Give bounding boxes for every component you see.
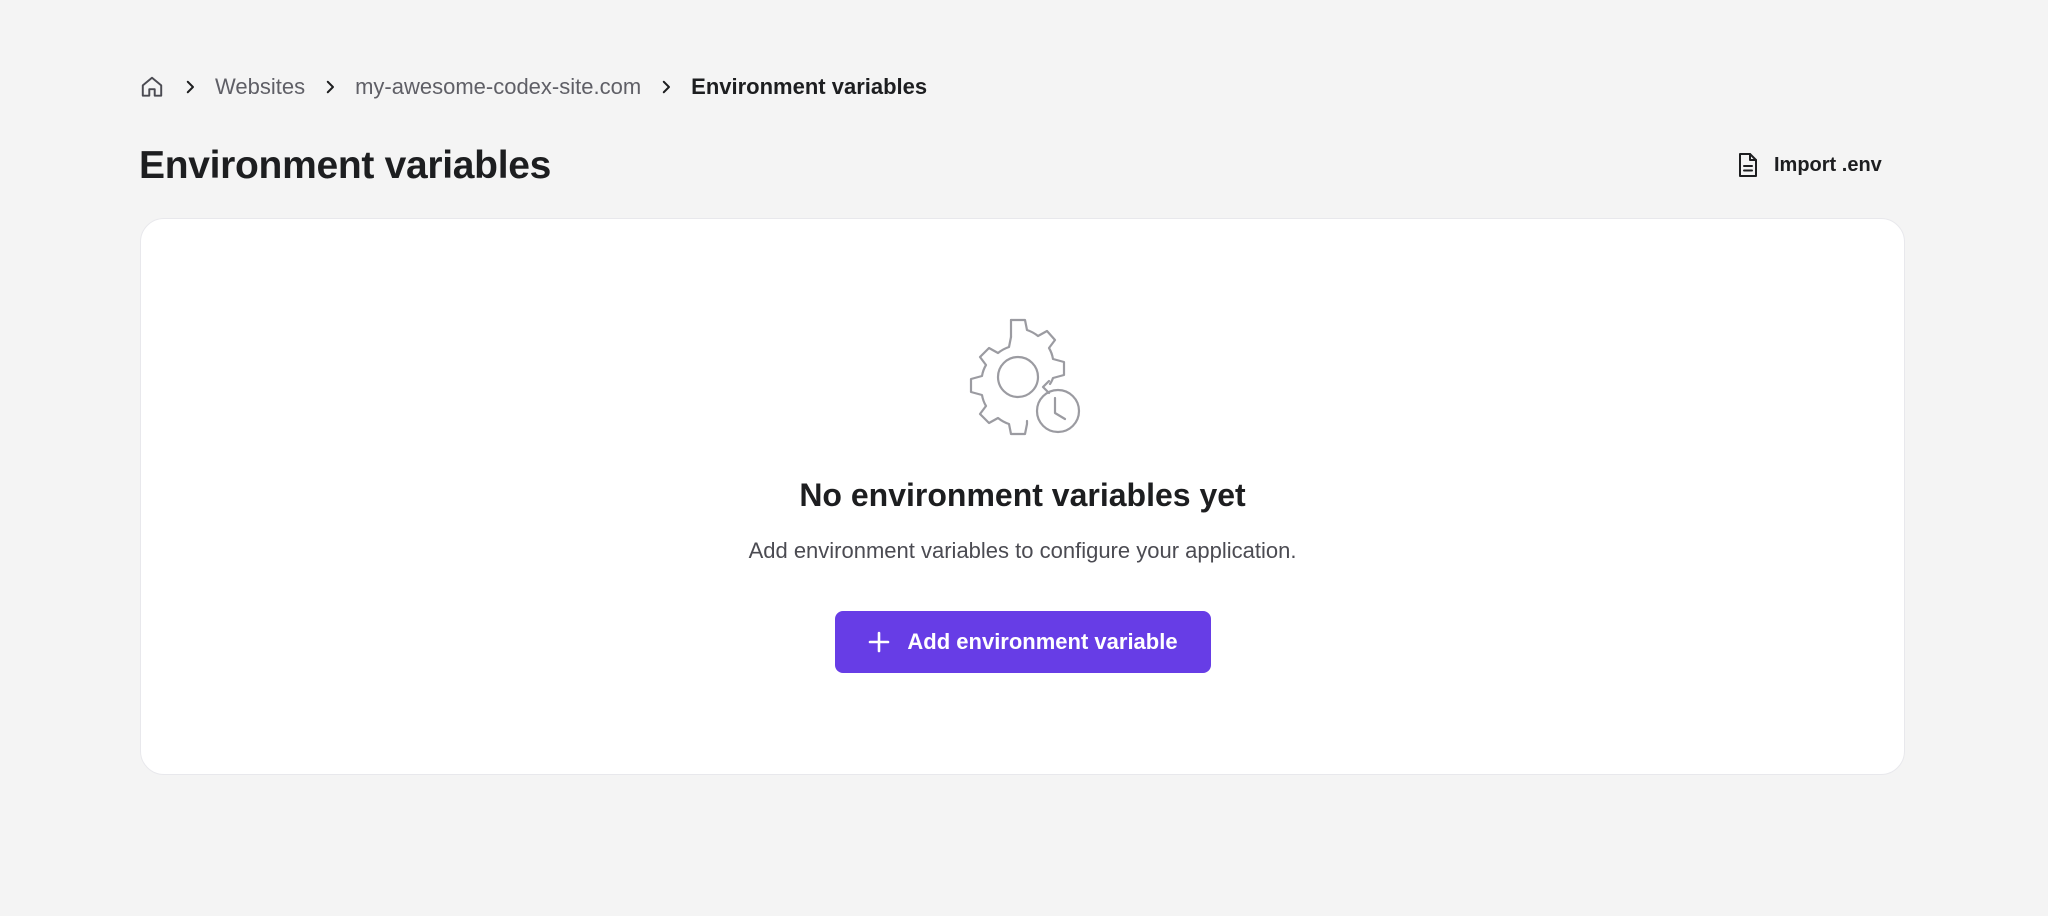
import-env-button[interactable]: Import .env	[1718, 140, 1904, 190]
breadcrumb-separator	[657, 78, 675, 96]
empty-state: No environment variables yet Add environ…	[141, 219, 1904, 774]
breadcrumb-item-websites[interactable]: Websites	[215, 74, 305, 100]
plus-icon	[869, 631, 890, 653]
import-env-label: Import .env	[1774, 153, 1882, 176]
page-title: Environment variables	[139, 144, 552, 187]
add-environment-variable-label: Add environment variable	[907, 629, 1178, 654]
chevron-right-icon	[662, 80, 671, 94]
breadcrumb-separator	[181, 78, 199, 96]
home-icon	[141, 76, 163, 97]
chevron-right-icon	[186, 80, 194, 94]
file-document-icon	[1739, 153, 1757, 177]
empty-state-title: No environment variables yet	[799, 477, 1246, 513]
gear-clock-icon	[969, 318, 1080, 436]
breadcrumb-home[interactable]	[139, 74, 165, 100]
environment-variables-card: No environment variables yet Add environ…	[140, 218, 1905, 775]
breadcrumb-separator	[321, 78, 339, 96]
add-environment-variable-button[interactable]: Add environment variable	[834, 611, 1211, 673]
chevron-right-icon	[326, 80, 335, 94]
empty-state-description: Add environment variables to configure y…	[748, 538, 1297, 563]
breadcrumb: Websites my-awesome-codex-site.com Envir…	[139, 70, 927, 104]
breadcrumb-current: Environment variables	[691, 74, 928, 99]
breadcrumb-item-site[interactable]: my-awesome-codex-site.com	[355, 74, 641, 100]
